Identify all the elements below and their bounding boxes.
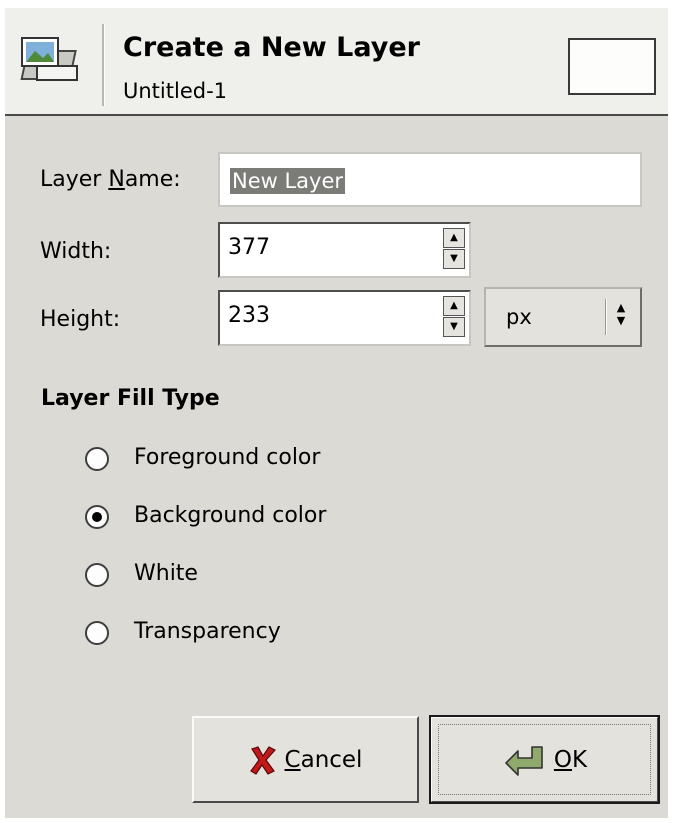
unit-value: px [506, 305, 532, 329]
ok-label: OK [553, 746, 588, 773]
dialog-header: Create a New Layer Untitled-1 [5, 8, 668, 116]
height-label: Height: [40, 307, 121, 332]
radio-button[interactable] [85, 621, 109, 645]
height-decrement-button[interactable]: ▼ [443, 317, 465, 337]
width-spin-arrows: ▲ ▼ [443, 228, 465, 270]
radio-label: White [134, 561, 198, 586]
cancel-x-icon [249, 745, 276, 775]
width-increment-button[interactable]: ▲ [443, 228, 465, 248]
cancel-button[interactable]: Cancel [192, 716, 419, 803]
height-value: 233 [228, 303, 270, 328]
radio-button[interactable] [85, 563, 109, 587]
dialog-subtitle: Untitled-1 [123, 79, 228, 103]
width-decrement-button[interactable]: ▼ [443, 249, 465, 269]
layer-name-label: Layer Name: [40, 167, 181, 192]
width-spinbutton[interactable]: 377 ▲ ▼ [218, 222, 471, 278]
new-layer-dialog: Create a New Layer Untitled-1 Layer Name… [5, 8, 668, 818]
height-spin-arrows: ▲ ▼ [443, 296, 465, 338]
layer-name-value: New Layer [230, 168, 346, 194]
new-layer-icon [20, 37, 78, 81]
radio-label: Foreground color [134, 445, 321, 470]
radio-selected-dot [92, 512, 102, 522]
radio-button[interactable] [85, 447, 109, 471]
width-value: 377 [228, 235, 270, 260]
ok-arrow-icon [505, 745, 543, 776]
dialog-title: Create a New Layer [123, 32, 420, 63]
layer-name-input[interactable]: New Layer [218, 152, 642, 207]
ok-button[interactable]: OK [429, 715, 660, 804]
unit-selector[interactable]: px ▲ ▼ [484, 287, 642, 347]
height-spinbutton[interactable]: 233 ▲ ▼ [218, 290, 471, 346]
header-separator [102, 24, 105, 106]
fill-type-heading: Layer Fill Type [41, 386, 220, 411]
radio-button[interactable] [85, 505, 109, 529]
combo-arrows-icon: ▲ ▼ [616, 301, 626, 327]
cancel-label: Cancel [284, 746, 363, 773]
width-label: Width: [40, 239, 112, 264]
layer-preview [568, 38, 656, 95]
radio-label: Transparency [134, 619, 281, 644]
height-increment-button[interactable]: ▲ [443, 296, 465, 316]
radio-label: Background color [134, 503, 327, 528]
combo-separator [605, 299, 607, 335]
